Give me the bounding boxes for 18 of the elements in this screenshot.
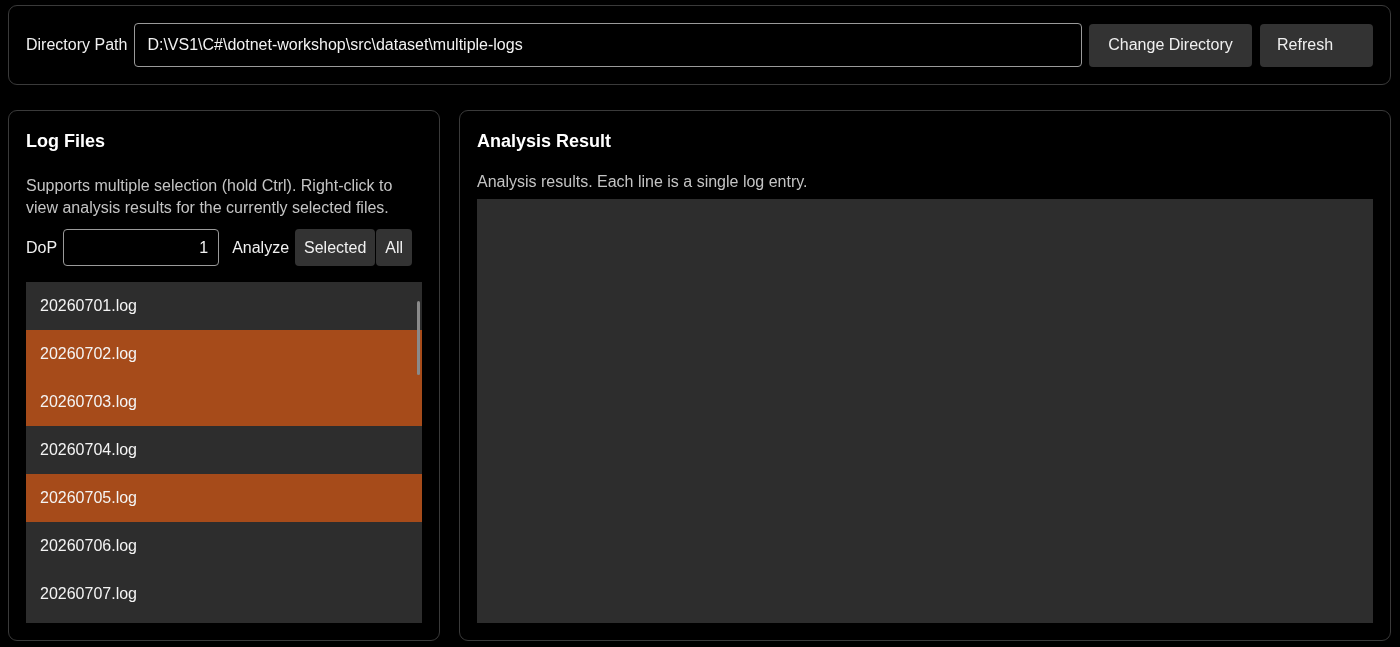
dop-label: DoP <box>26 238 58 257</box>
log-file-item[interactable]: 20260702.log <box>26 330 422 378</box>
change-directory-button[interactable]: Change Directory <box>1089 23 1252 67</box>
log-file-item[interactable]: 20260703.log <box>26 378 422 426</box>
analyze-selected-button[interactable]: Selected <box>295 229 376 266</box>
analyze-label: Analyze <box>232 238 290 257</box>
analysis-result-text-area[interactable] <box>477 199 1373 623</box>
analyze-all-button[interactable]: All <box>376 229 413 266</box>
dop-field[interactable]: 1 <box>63 229 220 266</box>
directory-path-field[interactable]: D:\VS1\C#\dotnet-workshop\src\dataset\multiple-logs <box>134 23 1082 67</box>
scrollbar-thumb[interactable] <box>417 301 420 375</box>
log-files-title: Log Files <box>26 130 106 153</box>
analysis-result-description: Analysis results. Each line is a single log entry. <box>477 172 809 192</box>
analysis-result-title: Analysis Result <box>477 130 613 153</box>
log-files-description: Supports multiple selection (hold Ctrl). Right-click to view analysis results for the currently selected files. <box>26 176 394 218</box>
directory-path-label: Directory Path <box>26 36 128 54</box>
log-file-item[interactable]: 20260705.log <box>26 474 422 522</box>
refresh-button[interactable]: Refresh <box>1260 23 1373 67</box>
